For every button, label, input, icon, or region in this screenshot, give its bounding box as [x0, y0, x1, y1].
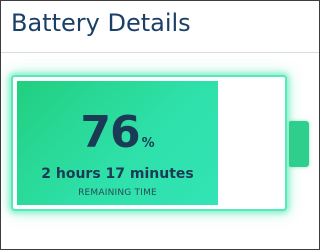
battery-terminal	[289, 121, 309, 167]
battery-percent: 76%	[17, 105, 218, 161]
page-title: Battery Details	[11, 9, 191, 37]
battery-percent-unit: %	[141, 136, 155, 151]
title-divider	[1, 52, 319, 53]
battery-readout: 76% 2 hours 17 minutes REMAINING TIME	[17, 81, 218, 205]
remaining-time-value: 2 hours 17 minutes	[41, 166, 194, 182]
battery-gauge: 76% 2 hours 17 minutes REMAINING TIME	[11, 75, 287, 211]
battery-details-window: Battery Details 76% 2 hours 17 minutes R…	[0, 0, 320, 250]
battery-percent-value: 76	[80, 107, 140, 158]
remaining-time-label: REMAINING TIME	[78, 188, 157, 198]
